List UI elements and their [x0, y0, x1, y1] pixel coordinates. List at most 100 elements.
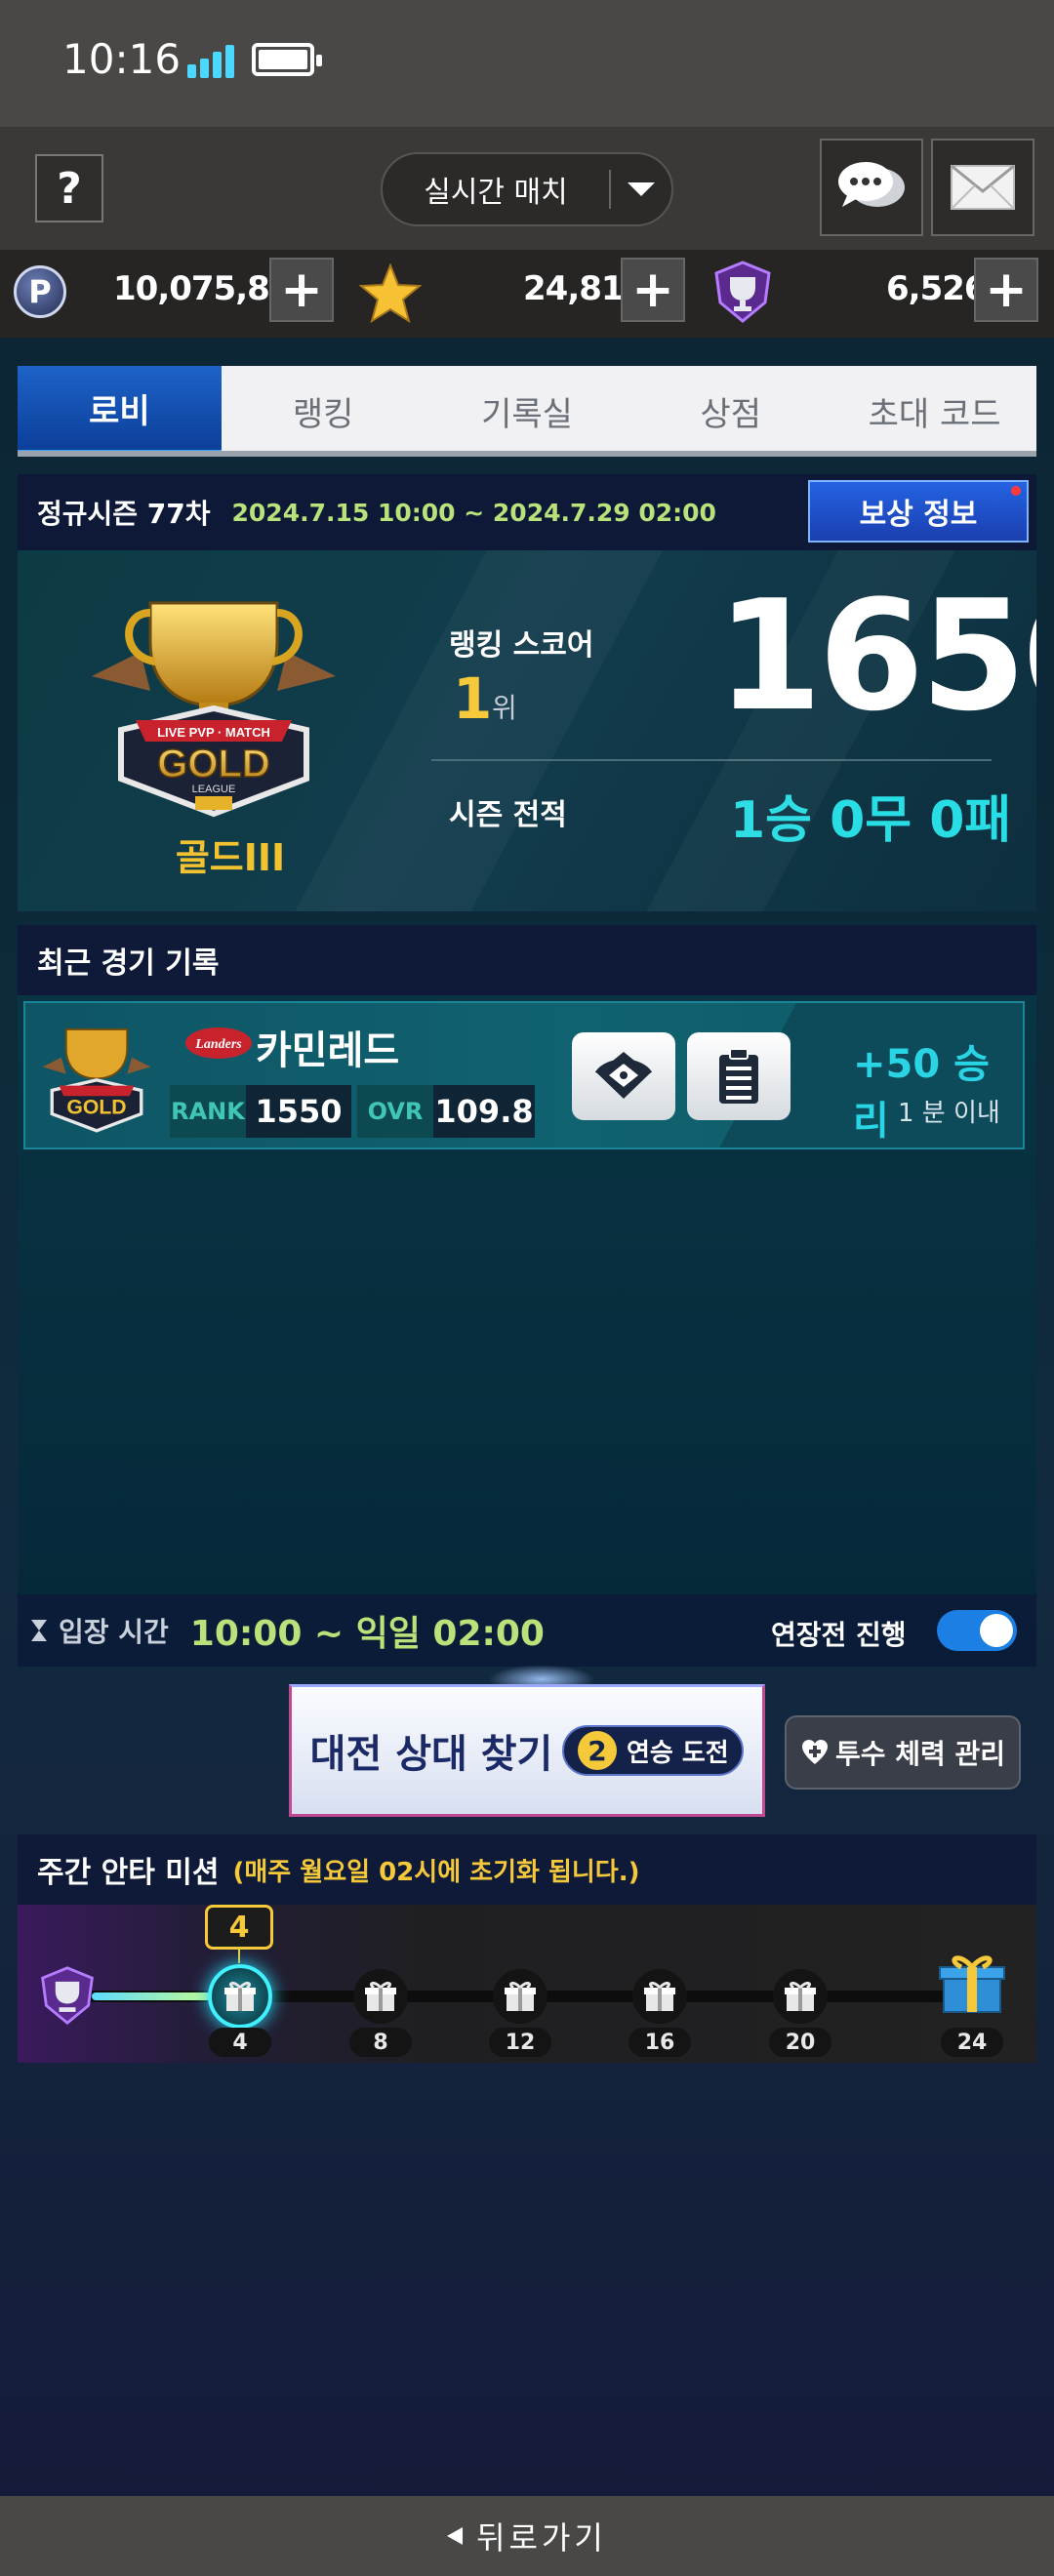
- heart-plus-icon: [801, 1740, 828, 1764]
- match-record-row[interactable]: GOLD Landers 카민레드 RANK 1550 OVR 109.8 +5…: [23, 1001, 1025, 1149]
- mission-start-trophy-icon: [41, 1966, 94, 2026]
- mode-dropdown[interactable]: 실시간 매치: [381, 152, 673, 226]
- mode-label: 실시간 매치: [424, 176, 568, 210]
- mission-reward-node[interactable]: [493, 1969, 547, 2024]
- mail-button[interactable]: [931, 139, 1034, 236]
- mission-title: 주간 안타 미션: [37, 1856, 220, 1890]
- back-label: 뒤로가기: [476, 2519, 607, 2556]
- currency-bar: P 10,075,803 + 24,814 + 6,526 +: [0, 250, 1054, 338]
- rank-unit: 위: [492, 692, 517, 724]
- reward-info-button[interactable]: 보상 정보: [808, 480, 1029, 543]
- mission-reward-node[interactable]: [208, 1964, 272, 2029]
- status-bar: 10:16: [0, 0, 1054, 127]
- add-stars-button[interactable]: +: [621, 258, 685, 322]
- rank-number: 1: [453, 665, 493, 732]
- opponent-gold-badge-icon: GOLD: [42, 1027, 151, 1133]
- tab-underline: [18, 451, 1036, 457]
- season-header: 정규시즌 77차 2024.7.15 10:00 ~ 2024.7.29 02:…: [18, 474, 1036, 550]
- season-dates: 2024.7.15 10:00 ~ 2024.7.29 02:00: [231, 498, 716, 527]
- overtime-toggle[interactable]: [937, 1610, 1017, 1651]
- stadium-button[interactable]: [572, 1032, 675, 1120]
- rank-chip-value: 1550: [246, 1085, 351, 1138]
- badge-ribbon-text: LIVE PVP · MATCH: [157, 725, 270, 740]
- baseball-field-icon: [594, 1052, 653, 1099]
- season-title: 정규시즌 77차: [37, 498, 211, 530]
- ranking-score-label: 랭킹 스코어: [449, 628, 594, 663]
- gift-icon: [224, 1981, 256, 2011]
- gift-icon: [644, 1981, 675, 2011]
- entry-time-label: 입장 시간: [59, 1616, 169, 1648]
- milestone-label: 24: [941, 2028, 1003, 2057]
- tab-shop[interactable]: 상점: [628, 366, 832, 456]
- milestone-label: 8: [349, 2028, 412, 2057]
- mini-badge-text: GOLD: [66, 1097, 126, 1119]
- entry-time-bar: 입장 시간 10:00 ~ 익일 02:00 연장전 진행: [18, 1594, 1036, 1667]
- opponent-team-name: 카민레드: [256, 1028, 400, 1073]
- badge-gold-text: GOLD: [157, 743, 270, 785]
- rank-chip-label: RANK: [170, 1085, 246, 1138]
- points-coin-icon: P: [14, 265, 66, 318]
- badge-league-text: LEAGUE: [192, 784, 236, 795]
- marker-stem: [238, 1950, 240, 1963]
- chevron-down-icon: [611, 182, 671, 196]
- team-logo-icon: Landers: [185, 1027, 252, 1059]
- hourglass-icon: [31, 1620, 47, 1641]
- chat-icon: [838, 162, 905, 207]
- tab-bar: 로비 랭킹 기록실 상점 초대 코드: [18, 366, 1036, 456]
- gold-tier-badge-icon: LIVE PVP · MATCH GOLD LEAGUE: [92, 601, 336, 818]
- win-streak-label: 연승 도전: [626, 1738, 729, 1768]
- back-button[interactable]: 뒤로가기: [0, 2496, 1054, 2576]
- gift-icon: [505, 1981, 536, 2011]
- mail-icon: [951, 164, 1015, 210]
- notification-dot: [1011, 486, 1021, 496]
- entry-time-value: 10:00 ~ 익일 02:00: [189, 1614, 545, 1654]
- battery-icon: [252, 43, 322, 76]
- tab-lobby[interactable]: 로비: [18, 366, 222, 456]
- gift-icon: [785, 1981, 816, 2011]
- ovr-chip-label: OVR: [357, 1085, 433, 1138]
- match-time: 1 분 이내: [898, 1099, 1000, 1128]
- milestone-label: 12: [489, 2028, 551, 2057]
- star-icon: [359, 263, 422, 324]
- recent-matches-header: 최근 경기 기록: [18, 925, 1036, 995]
- mission-reset-note: (매주 월요일 02시에 초기화 됩니다.): [232, 1857, 640, 1887]
- clipboard-icon: [719, 1048, 758, 1104]
- mission-progress-track: 4 4 8 12 16 20 24: [18, 1905, 1036, 2063]
- pitcher-stamina-label: 투수 체력 관리: [834, 1738, 1006, 1770]
- current-progress-marker: 4: [205, 1905, 273, 1950]
- reward-info-label: 보상 정보: [859, 498, 978, 532]
- grand-gift-icon[interactable]: [938, 1952, 1006, 2014]
- milestone-label: 16: [628, 2028, 691, 2057]
- back-arrow-icon: [447, 2527, 464, 2545]
- mission-reward-node[interactable]: [632, 1969, 687, 2024]
- season-record-value: 1승 0무 0패: [730, 791, 1012, 850]
- tier-name: 골드III: [175, 836, 286, 879]
- match-report-button[interactable]: [687, 1032, 790, 1120]
- milestone-label: 20: [769, 2028, 831, 2057]
- win-streak-badge: 2 연승 도전: [562, 1725, 745, 1776]
- trophy-shield-icon: [714, 261, 771, 323]
- team-logo-text: Landers: [194, 1037, 242, 1052]
- find-opponent-button[interactable]: 대전 상대 찾기 2 연승 도전: [289, 1684, 765, 1817]
- pitcher-stamina-button[interactable]: 투수 체력 관리: [785, 1715, 1021, 1790]
- toggle-knob: [980, 1614, 1013, 1647]
- season-record-label: 시즌 전적: [449, 798, 567, 832]
- chat-button[interactable]: [820, 139, 923, 236]
- gift-icon: [365, 1981, 396, 2011]
- mission-reward-node[interactable]: [353, 1969, 408, 2024]
- top-bar: ? 실시간 매치: [0, 127, 1054, 250]
- ovr-chip-value: 109.8: [433, 1085, 535, 1138]
- add-trophies-button[interactable]: +: [974, 258, 1038, 322]
- tab-ranking[interactable]: 랭킹: [222, 366, 426, 456]
- status-time: 10:16: [62, 35, 182, 83]
- tab-invite-code[interactable]: 초대 코드: [832, 366, 1036, 456]
- add-points-button[interactable]: +: [269, 258, 334, 322]
- find-opponent-label: 대전 상대 찾기: [309, 1732, 553, 1777]
- tab-records[interactable]: 기록실: [426, 366, 629, 456]
- ranking-score: 1650: [716, 567, 1036, 745]
- help-button[interactable]: ?: [35, 154, 103, 222]
- trophies-value: 6,526: [886, 269, 988, 308]
- mission-reward-node[interactable]: [773, 1969, 828, 2024]
- win-streak-number: 2: [577, 1731, 617, 1770]
- season-panel: LIVE PVP · MATCH GOLD LEAGUE 골드III 랭킹 스코…: [18, 550, 1036, 911]
